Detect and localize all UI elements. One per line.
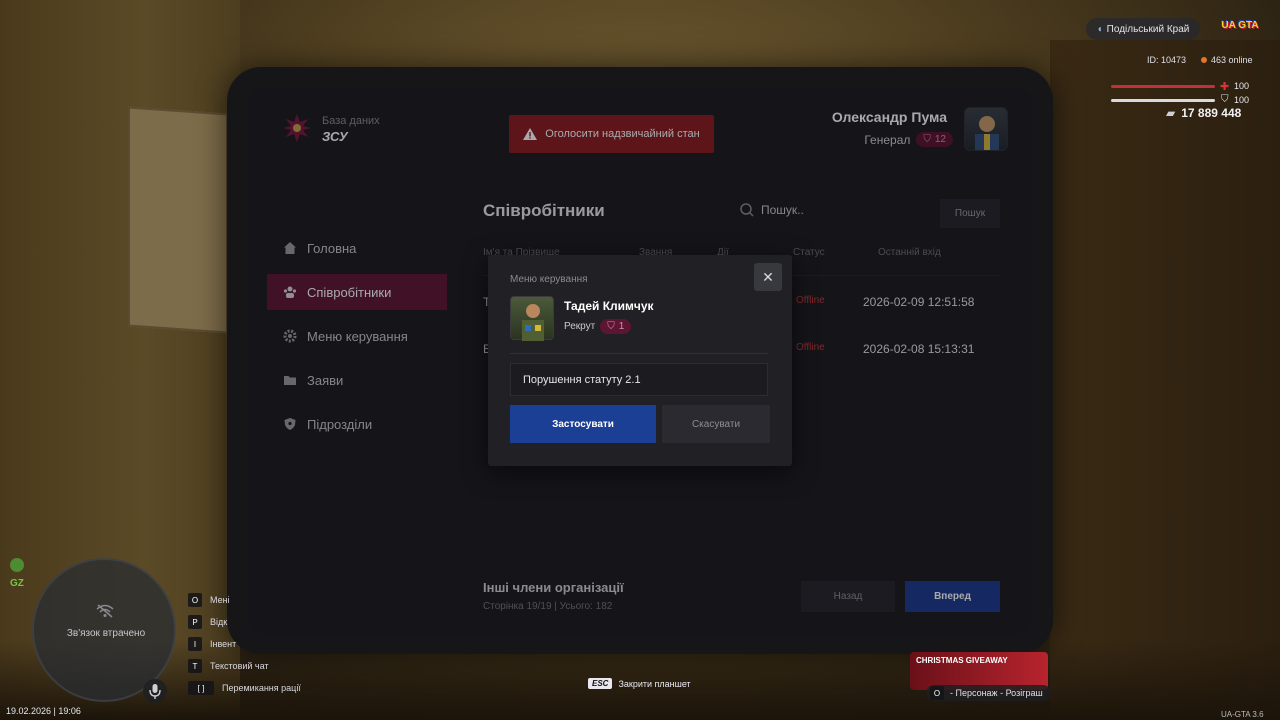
hint-key: P bbox=[188, 615, 202, 629]
esc-hint: ESC Закрити планшет bbox=[588, 678, 691, 689]
game-version: UA-GTA 3.6 bbox=[1221, 710, 1264, 719]
armor-icon: ⛉ bbox=[1221, 94, 1229, 105]
hint-item: I Інвент bbox=[188, 633, 301, 655]
connection-lost-text: Зв'язок втрачено bbox=[66, 628, 146, 639]
location-icon: ◖ bbox=[1096, 23, 1103, 35]
online-count: 463 online bbox=[1201, 55, 1253, 65]
hint-item: [ ] Перемикання рації bbox=[188, 677, 301, 699]
microphone-icon bbox=[149, 684, 161, 699]
tablet-screen: База даних ЗСУ Оголосити надзвичайний ст… bbox=[247, 87, 1033, 634]
hint-key: [ ] bbox=[188, 681, 214, 695]
money-display: ▰ 17 889 448 bbox=[1166, 106, 1241, 120]
server-badge: ◖ Подільський Край bbox=[1086, 18, 1200, 40]
health-value: 100 bbox=[1234, 81, 1250, 91]
microphone-button[interactable] bbox=[143, 679, 167, 703]
member-rank: Рекрут ⛉ 1 bbox=[564, 319, 632, 334]
hint-key: T bbox=[188, 659, 202, 673]
promo-hint-key: O bbox=[930, 686, 944, 700]
background-door bbox=[1050, 40, 1280, 720]
cancel-button[interactable]: Скасувати bbox=[662, 405, 770, 443]
server-name: Подільський Край bbox=[1106, 23, 1190, 35]
health-icon: ✚ bbox=[1220, 81, 1230, 93]
member-rank-label: Рекрут bbox=[564, 321, 596, 332]
promo-hint-label: - Персонаж - Розіграш bbox=[950, 688, 1043, 698]
modal-title: Меню керування bbox=[510, 274, 588, 285]
game-logo: UA GTA bbox=[1221, 19, 1259, 31]
background-poster bbox=[128, 106, 228, 334]
close-button[interactable]: ✕ bbox=[754, 263, 782, 291]
hint-key: I bbox=[188, 637, 202, 651]
hint-item: P Відк bbox=[188, 611, 301, 633]
gz-icon bbox=[10, 558, 24, 572]
reason-input[interactable] bbox=[510, 363, 768, 396]
tablet: База даних ЗСУ Оголосити надзвичайний ст… bbox=[227, 67, 1053, 654]
member-portrait-icon bbox=[522, 304, 544, 341]
gz-label: GZ bbox=[10, 578, 24, 589]
money-value: 17 889 448 bbox=[1181, 106, 1242, 120]
health-bar bbox=[1111, 85, 1215, 88]
hint-label: Мені bbox=[210, 595, 230, 605]
hint-label: Відк bbox=[210, 617, 228, 627]
online-dot-icon bbox=[1201, 57, 1207, 63]
member-rank-badge: ⛉ 1 bbox=[600, 319, 632, 334]
date-time: 19.02.2026 | 19:06 bbox=[6, 706, 81, 716]
apply-button[interactable]: Застосувати bbox=[510, 405, 656, 443]
member-avatar bbox=[510, 296, 554, 341]
esc-key: ESC bbox=[588, 678, 613, 689]
promo-hint: O - Персонаж - Розіграш bbox=[926, 685, 1051, 701]
promo-title: CHRISTMAS GIVEAWAY bbox=[916, 656, 1008, 665]
armor-bar bbox=[1111, 99, 1215, 102]
wifi-off-icon bbox=[96, 604, 114, 618]
rank-shield-icon: ⛉ bbox=[607, 321, 615, 332]
online-count-text: 463 online bbox=[1211, 55, 1253, 65]
keybind-hints: O Мені P Відк I Інвент T Текстовий чат [ ] Пе… bbox=[188, 589, 301, 699]
hint-item: O Мені bbox=[188, 589, 301, 611]
control-modal: Меню керування ✕ Тадей Климчук Рекрут ⛉ … bbox=[488, 255, 792, 466]
hint-label: Перемикання рації bbox=[222, 683, 301, 693]
modal-divider bbox=[510, 353, 768, 354]
hint-item: T Текстовий чат bbox=[188, 655, 301, 677]
hint-label: Інвент bbox=[210, 639, 237, 649]
close-icon: ✕ bbox=[762, 268, 774, 285]
armor-value: 100 bbox=[1234, 95, 1250, 105]
money-icon: ▰ bbox=[1166, 106, 1176, 120]
player-id: ID: 10473 bbox=[1147, 55, 1187, 65]
member-rank-level: 1 bbox=[618, 321, 625, 332]
esc-label: Закрити планшет bbox=[618, 678, 691, 689]
hint-label: Текстовий чат bbox=[210, 661, 269, 671]
hint-key: O bbox=[188, 593, 202, 607]
member-name: Тадей Климчук bbox=[564, 299, 654, 313]
